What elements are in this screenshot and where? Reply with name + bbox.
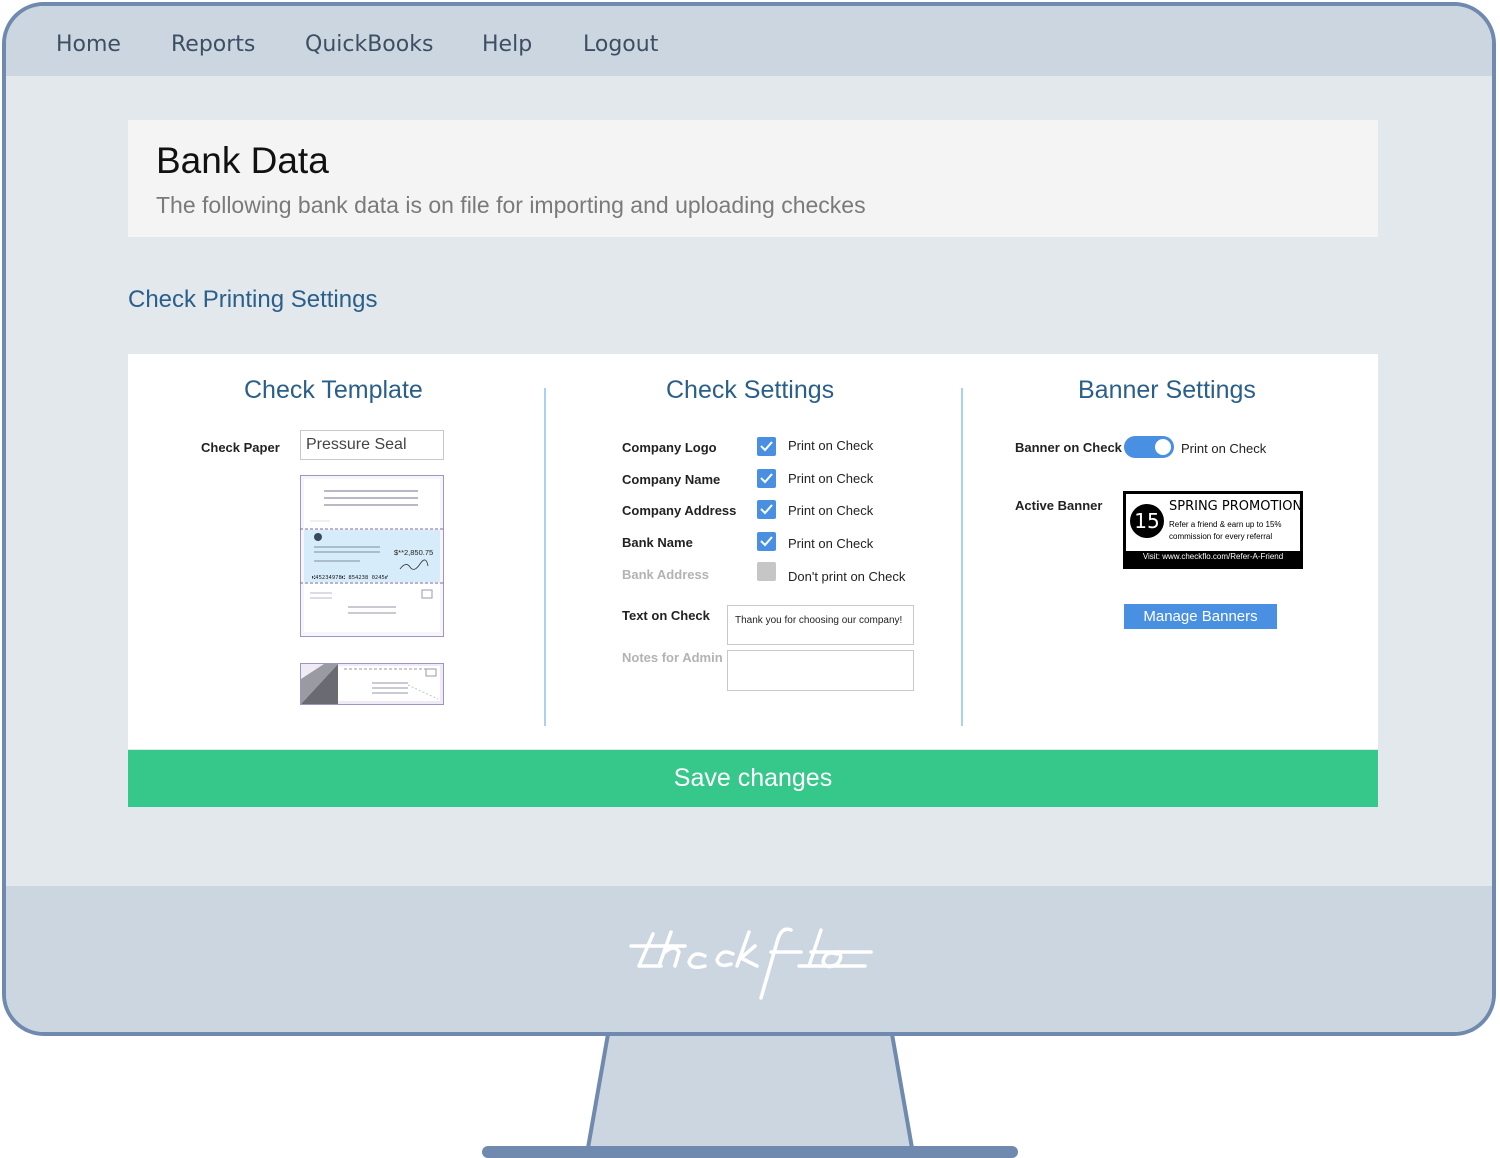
company-name-option: Print on Check <box>788 471 874 486</box>
check-preview-amount: $**2,850.75 <box>394 548 433 557</box>
banner-on-check-label: Banner on Check <box>1015 440 1122 455</box>
company-name-checkbox[interactable] <box>757 469 776 488</box>
nav-help[interactable]: Help <box>482 32 532 57</box>
monitor-stand-base <box>482 1146 1018 1158</box>
company-address-checkbox[interactable] <box>757 500 776 519</box>
company-name-label: Company Name <box>622 472 721 487</box>
bank-name-checkbox[interactable] <box>757 532 776 551</box>
bank-name-option: Print on Check <box>788 536 874 551</box>
column-divider-1 <box>544 388 546 726</box>
main-content: Bank Data The following bank data is on … <box>6 76 1492 886</box>
banner-on-check-toggle[interactable] <box>1124 436 1174 458</box>
checkflo-logo <box>629 927 873 1000</box>
top-navigation: Home Reports QuickBooks Help Logout <box>6 6 1492 76</box>
banner-number-badge: 15 <box>1130 504 1164 538</box>
checkmark-icon <box>760 504 773 515</box>
nav-home[interactable]: Home <box>56 32 121 57</box>
section-title: Check Printing Settings <box>128 286 378 313</box>
monitor-frame: Home Reports QuickBooks Help Logout Bank… <box>2 2 1496 1036</box>
page-title: Bank Data <box>156 140 329 181</box>
checkmark-icon <box>760 536 773 547</box>
company-logo-label: Company Logo <box>622 440 717 455</box>
manage-banners-button[interactable]: Manage Banners <box>1124 604 1277 629</box>
nav-logout[interactable]: Logout <box>583 32 658 57</box>
check-paper-label: Check Paper <box>201 440 280 455</box>
bank-address-label: Bank Address <box>622 567 709 582</box>
bank-name-label: Bank Name <box>622 535 693 550</box>
notes-for-admin-input[interactable] <box>727 650 914 691</box>
company-address-label: Company Address <box>622 503 737 518</box>
page-subtitle: The following bank data is on file for i… <box>156 192 866 218</box>
banner-title: SPRING PROMOTION <box>1169 499 1303 514</box>
nav-reports[interactable]: Reports <box>171 32 255 57</box>
settings-card: Check Template Check Paper Pressure Seal… <box>128 354 1378 749</box>
banner-on-check-option: Print on Check <box>1181 441 1267 456</box>
header-card: Bank Data The following bank data is on … <box>128 120 1378 237</box>
banner-inner: 15 SPRING PROMOTION Refer a friend & ear… <box>1126 494 1303 551</box>
text-on-check-label: Text on Check <box>622 608 710 623</box>
checkmark-icon <box>760 473 773 484</box>
toggle-knob <box>1155 439 1171 455</box>
check-preview-micr: ⑆45234978⑆ 854238 0245⑈ <box>312 575 389 581</box>
notes-for-admin-label: Notes for Admin <box>622 650 723 665</box>
bank-address-checkbox[interactable] <box>757 562 776 581</box>
checkmark-icon <box>760 441 773 452</box>
mailer-preview-image[interactable] <box>300 663 444 705</box>
text-on-check-input[interactable]: Thank you for choosing our company! <box>727 605 914 645</box>
active-banner-label: Active Banner <box>1015 498 1103 513</box>
company-logo-option: Print on Check <box>788 438 874 453</box>
banner-footer: Visit: www.checkflo.com/Refer-A-Friend <box>1142 552 1284 561</box>
column-divider-2 <box>961 388 963 726</box>
banner-settings-title: Banner Settings <box>1078 376 1256 404</box>
nav-quickbooks[interactable]: QuickBooks <box>305 32 433 57</box>
bank-address-option: Don't print on Check <box>788 569 906 584</box>
check-paper-select[interactable]: Pressure Seal <box>300 430 444 460</box>
check-template-title: Check Template <box>244 376 423 404</box>
banner-body: Refer a friend & earn up to 15% commissi… <box>1169 520 1282 541</box>
check-settings-title: Check Settings <box>666 376 835 404</box>
company-logo-checkbox[interactable] <box>757 437 776 456</box>
company-address-option: Print on Check <box>788 503 874 518</box>
active-banner-preview[interactable]: 15 SPRING PROMOTION Refer a friend & ear… <box>1123 491 1303 569</box>
check-preview-image[interactable]: $**2,850.75 ⑆45234978⑆ 854238 0245⑈ <box>300 475 444 637</box>
save-changes-button[interactable]: Save changes <box>128 750 1378 807</box>
